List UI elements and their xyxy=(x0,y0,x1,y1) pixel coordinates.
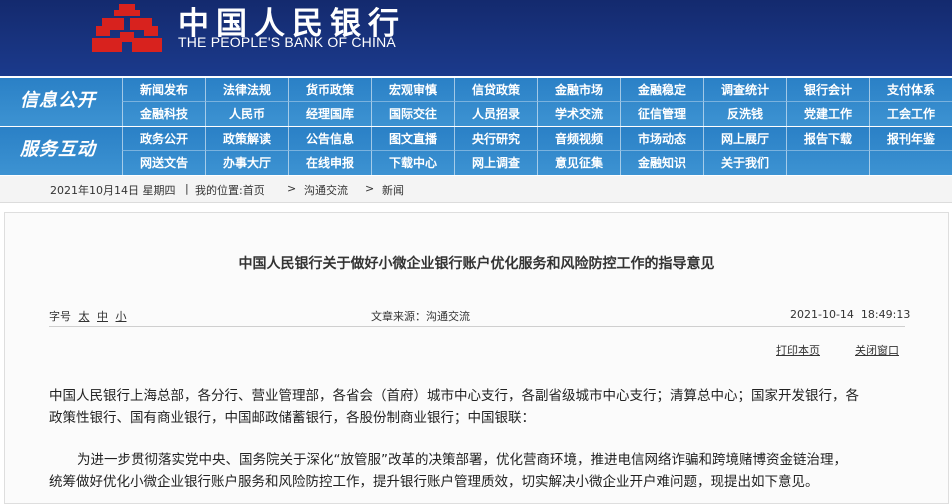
article-timestamp: 2021-10-14 18:49:13 xyxy=(790,308,911,321)
font-size-switcher: 字号 太 中 小 xyxy=(49,308,131,324)
nav-grid: 新闻发布 法律法规 货币政策 宏观审慎 信贷政策 金融市场 金融稳定 调查统计 银行会计 支付体系… xyxy=(122,78,952,126)
font-size-large-link[interactable]: 太 xyxy=(79,310,90,323)
breadcrumb-level2-link[interactable]: 沟通交流 xyxy=(304,182,348,198)
print-page-link[interactable]: 打印本页 xyxy=(776,342,820,358)
nav1-item-19[interactable]: 工会工作 xyxy=(869,102,952,126)
site-header: 中国人民银行 THE PEOPLE'S BANK OF CHINA xyxy=(0,0,952,76)
paragraph-line: 为进一步贯彻落实党中央、国务院关于深化“放管服”改革的决策部署，优化营商环境，推… xyxy=(77,452,847,468)
nav2-item-13[interactable]: 下载中心 xyxy=(371,151,454,175)
nav1-item-8[interactable]: 银行会计 xyxy=(786,78,869,102)
breadcrumb-level3-link[interactable]: 新闻 xyxy=(382,182,404,198)
nav1-item-4[interactable]: 信贷政策 xyxy=(454,78,537,102)
nav1-item-7[interactable]: 调查统计 xyxy=(703,78,786,102)
pboc-logo-icon[interactable] xyxy=(92,4,162,56)
nav-grid: 政务公开 政策解读 公告信息 图文直播 央行研究 音频视频 市场动态 网上展厅 报告下载 报刊年鉴… xyxy=(122,127,952,175)
article-title: 中国人民银行关于做好小微企业银行账户优化服务和风险防控工作的指导意见 xyxy=(238,256,715,272)
nav1-item-1[interactable]: 法律法规 xyxy=(205,78,288,102)
nav2-item-18 xyxy=(786,151,869,175)
close-window-link[interactable]: 关闭窗口 xyxy=(855,342,899,358)
nav2-item-7[interactable]: 网上展厅 xyxy=(703,127,786,151)
logo-english-name: THE PEOPLE'S BANK OF CHINA xyxy=(178,34,396,50)
nav2-item-6[interactable]: 市场动态 xyxy=(620,127,703,151)
print-page-label[interactable]: 打印本页 xyxy=(776,344,820,357)
nav2-item-3[interactable]: 图文直播 xyxy=(371,127,454,151)
nav1-item-14[interactable]: 人员招录 xyxy=(454,102,537,126)
close-window-label[interactable]: 关闭窗口 xyxy=(855,344,899,357)
nav2-item-10[interactable]: 网送文告 xyxy=(122,151,205,175)
nav-section-title: 服务互动 xyxy=(20,139,96,160)
nav2-item-14[interactable]: 网上调查 xyxy=(454,151,537,175)
nav2-item-19 xyxy=(869,151,952,175)
breadcrumb: 2021年10月14日 星期四 | 我的位置:首页 > 沟通交流 > 新闻 xyxy=(0,176,952,203)
breadcrumb-separator: > xyxy=(287,182,297,195)
nav1-item-11[interactable]: 人民币 xyxy=(205,102,288,126)
nav1-item-13[interactable]: 国际交往 xyxy=(371,102,454,126)
paragraph-line: 统筹做好优化小微企业银行账户服务和风险防控工作，提升银行账户管理质效，切实解决小… xyxy=(49,474,819,490)
nav1-item-10[interactable]: 金融科技 xyxy=(122,102,205,126)
nav1-item-18[interactable]: 党建工作 xyxy=(786,102,869,126)
font-size-medium-link[interactable]: 中 xyxy=(97,310,108,323)
nav-section-title: 信息公开 xyxy=(20,90,96,111)
nav1-item-6[interactable]: 金融稳定 xyxy=(620,78,703,102)
nav-service-interaction: 服务互动 政务公开 政策解读 公告信息 图文直播 央行研究 音频视频 市场动态 网上展厅 报告下… xyxy=(0,127,952,175)
paragraph-line: 政策性银行、国有商业银行，中国邮政储蓄银行，各股份制商业银行；中国银联： xyxy=(49,410,535,426)
nav1-item-9[interactable]: 支付体系 xyxy=(869,78,952,102)
separator: | xyxy=(185,182,189,195)
nav2-item-11[interactable]: 办事大厅 xyxy=(205,151,288,175)
nav2-item-15[interactable]: 意见征集 xyxy=(537,151,620,175)
nav2-item-9[interactable]: 报刊年鉴 xyxy=(869,127,952,151)
article-paragraph: 为进一步贯彻落实党中央、国务院关于深化“放管服”改革的决策部署，优化营商环境，推… xyxy=(49,449,907,493)
nav1-item-16[interactable]: 征信管理 xyxy=(620,102,703,126)
divider xyxy=(49,326,905,327)
nav1-item-12[interactable]: 经理国库 xyxy=(288,102,371,126)
article-paragraph: 中国人民银行上海总部，各分行、营业管理部，各省会（首府）城市中心支行，各副省级城… xyxy=(49,385,907,429)
nav2-item-16[interactable]: 金融知识 xyxy=(620,151,703,175)
nav1-item-15[interactable]: 学术交流 xyxy=(537,102,620,126)
article-source: 文章来源：沟通交流 xyxy=(371,310,470,323)
nav1-item-0[interactable]: 新闻发布 xyxy=(122,78,205,102)
article-panel: 中国人民银行关于做好小微企业银行账户优化服务和风险防控工作的指导意见 字号 太 … xyxy=(4,212,949,504)
date-text: 2021年10月14日 星期四 xyxy=(50,184,176,197)
nav2-item-4[interactable]: 央行研究 xyxy=(454,127,537,151)
nav1-item-2[interactable]: 货币政策 xyxy=(288,78,371,102)
nav2-item-5[interactable]: 音频视频 xyxy=(537,127,620,151)
breadcrumb-separator: > xyxy=(365,182,375,195)
nav1-item-17[interactable]: 反洗钱 xyxy=(703,102,786,126)
nav1-item-3[interactable]: 宏观审慎 xyxy=(371,78,454,102)
font-size-label: 字号 xyxy=(49,310,71,323)
nav1-item-5[interactable]: 金融市场 xyxy=(537,78,620,102)
nav2-item-1[interactable]: 政策解读 xyxy=(205,127,288,151)
font-size-small-link[interactable]: 小 xyxy=(116,310,127,323)
nav2-item-8[interactable]: 报告下载 xyxy=(786,127,869,151)
nav2-item-12[interactable]: 在线申报 xyxy=(288,151,371,175)
breadcrumb-home-link[interactable]: 我的位置:首页 xyxy=(195,182,265,198)
nav2-item-17[interactable]: 关于我们 xyxy=(703,151,786,175)
paragraph-line: 中国人民银行上海总部，各分行、营业管理部，各省会（首府）城市中心支行，各副省级城… xyxy=(49,388,859,404)
nav-info-disclosure: 信息公开 新闻发布 法律法规 货币政策 宏观审慎 信贷政策 金融市场 金融稳定 调查统计 银行会… xyxy=(0,78,952,126)
nav2-item-0[interactable]: 政务公开 xyxy=(122,127,205,151)
nav2-item-2[interactable]: 公告信息 xyxy=(288,127,371,151)
